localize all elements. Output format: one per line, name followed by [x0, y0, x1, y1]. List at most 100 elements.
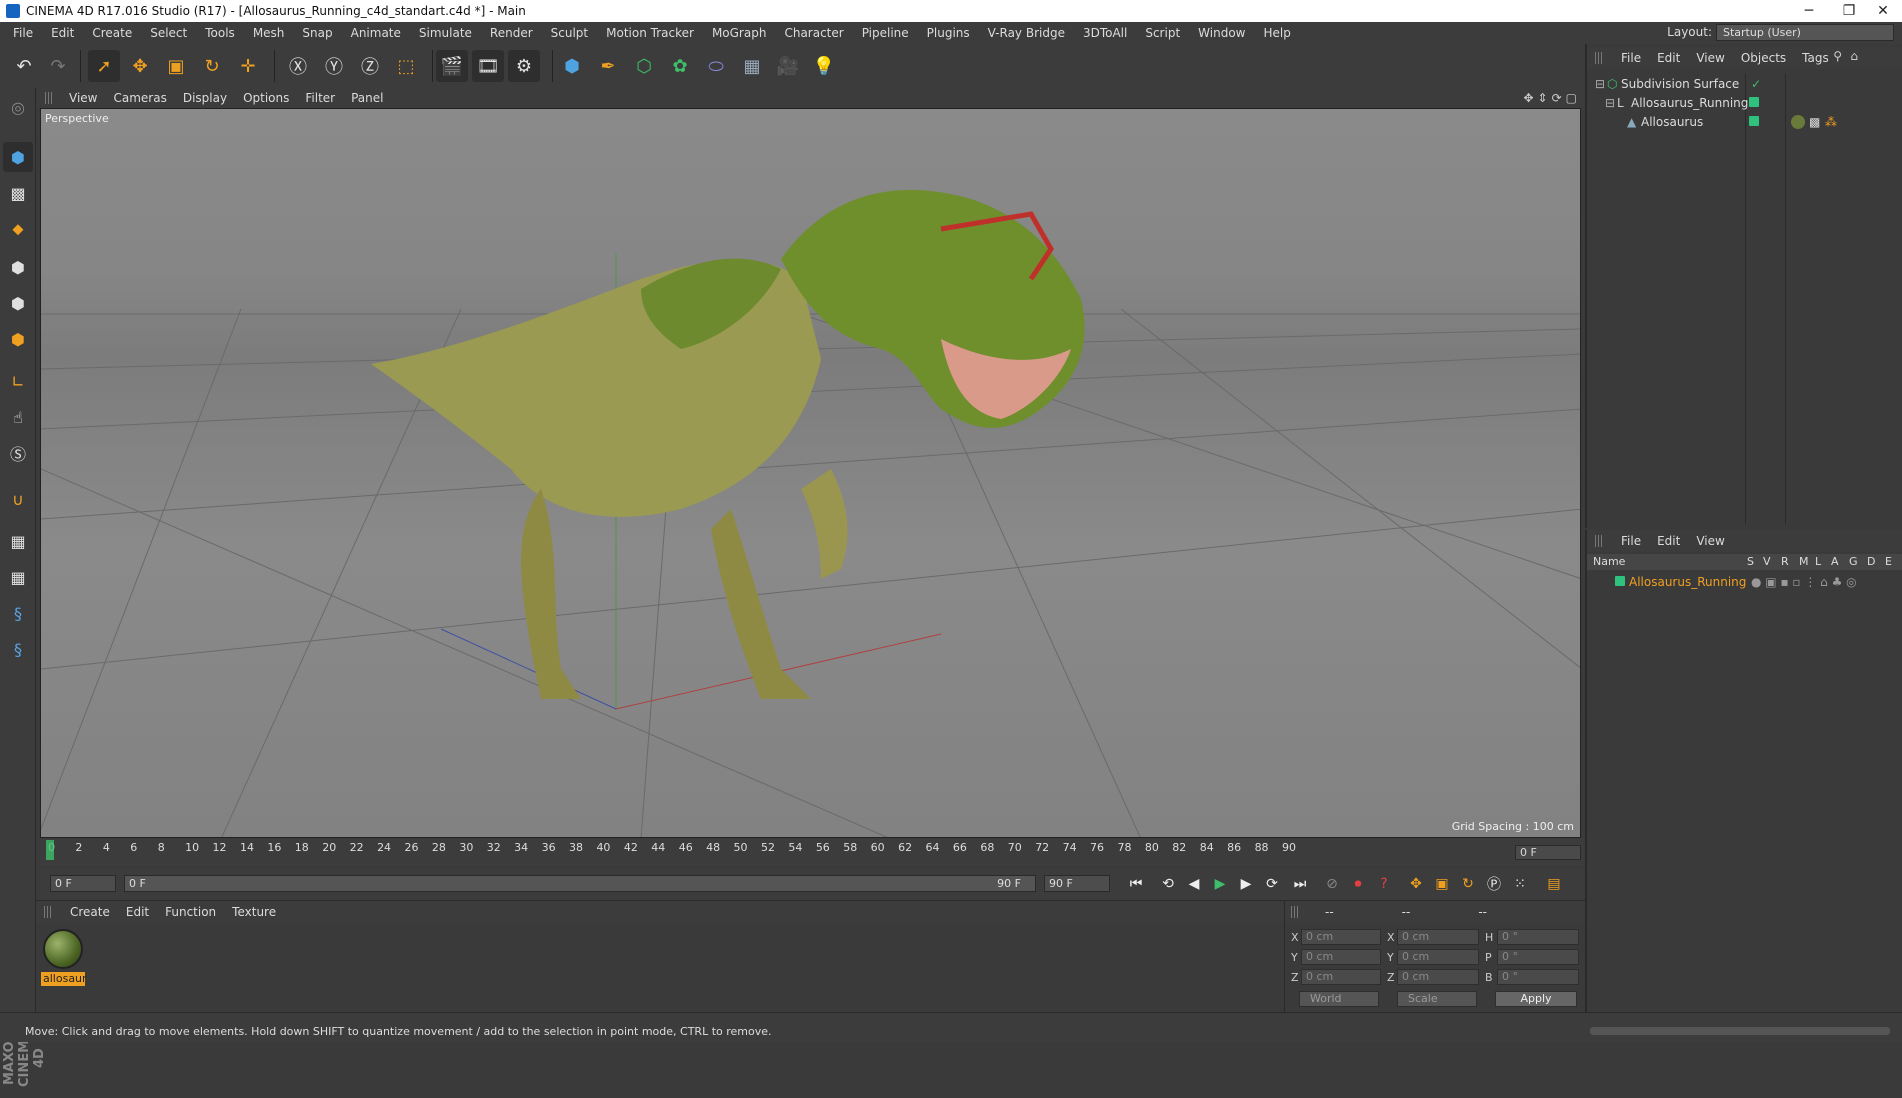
keyframe-selection-icon[interactable]: ? [1372, 872, 1396, 896]
select-tool-icon[interactable]: ➚ [88, 50, 120, 82]
matmgr-menu-create[interactable]: Create [62, 905, 118, 919]
z-axis-icon[interactable]: Ⓩ [354, 50, 386, 82]
menu-motion-tracker[interactable]: Motion Tracker [597, 26, 703, 40]
layer-toggles[interactable]: ● ▣ ▪ ▫ ⋮ ⌂ ♣ ◎ [1751, 575, 1857, 589]
viewport-menu-filter[interactable]: Filter [297, 91, 343, 105]
make-editable-icon[interactable]: ◎ [3, 92, 33, 122]
pen-spline-icon[interactable]: ✒ [592, 50, 624, 82]
camera-icon[interactable]: 🎥 [772, 50, 804, 82]
objmgr-menu-view[interactable]: View [1688, 51, 1732, 65]
go-to-start-icon[interactable]: ⏮ [1124, 872, 1148, 896]
autokey-icon[interactable]: ⏺ [1346, 872, 1370, 896]
size-y-field[interactable]: 0 cm [1397, 949, 1479, 965]
go-to-end-icon[interactable]: ⏭ [1288, 872, 1312, 896]
record-active-icon[interactable]: ⊘ [1320, 872, 1344, 896]
key-rotation-icon[interactable]: ↻ [1456, 872, 1480, 896]
render-view-icon[interactable]: 🎬 [436, 50, 468, 82]
menu-tools[interactable]: Tools [196, 26, 244, 40]
menu-file[interactable]: File [4, 26, 42, 40]
x-axis-icon[interactable]: Ⓧ [282, 50, 314, 82]
matmgr-menu-edit[interactable]: Edit [118, 905, 157, 919]
timeline-window-icon[interactable]: ▤ [1542, 872, 1566, 896]
pos-z-field[interactable]: 0 cm [1301, 969, 1381, 985]
menu-vray-bridge[interactable]: V-Ray Bridge [979, 26, 1074, 40]
menu-character[interactable]: Character [775, 26, 852, 40]
matmgr-menu-texture[interactable]: Texture [224, 905, 284, 919]
previous-frame-icon[interactable]: ◀ [1182, 872, 1206, 896]
objmgr-menu-file[interactable]: File [1613, 51, 1649, 65]
previous-key-icon[interactable]: ⟲ [1156, 872, 1180, 896]
3d-viewport[interactable]: Perspective Grid Spacing: 100 cm [40, 108, 1581, 838]
dolly-icon[interactable]: ⇕ [1538, 91, 1548, 105]
objmgr-menu-objects[interactable]: Objects [1733, 51, 1794, 65]
menu-script[interactable]: Script [1136, 26, 1189, 40]
workplane-grid-icon[interactable]: ▦ [3, 526, 33, 556]
start-frame-field[interactable]: 0 F [50, 875, 116, 892]
playhead[interactable] [46, 840, 54, 860]
objmgr-menu-edit[interactable]: Edit [1649, 51, 1688, 65]
snap-icon[interactable]: ∪ [3, 484, 33, 514]
cloner-icon[interactable]: ✿ [664, 50, 696, 82]
coordinate-system-icon[interactable]: ⬚ [390, 50, 422, 82]
axis-mode-icon[interactable]: ∟ [3, 366, 33, 396]
locked-workplane-icon[interactable]: ▦ [3, 562, 33, 592]
pos-x-field[interactable]: 0 cm [1301, 929, 1381, 945]
redo-icon[interactable]: ↷ [42, 50, 74, 82]
maximize-view-icon[interactable]: ▢ [1566, 91, 1577, 105]
key-pla-icon[interactable]: ⁙ [1508, 872, 1532, 896]
layer-row[interactable]: Allosaurus_Running ● ▣ ▪ ▫ ⋮ ⌂ ♣ ◎ [1587, 572, 1902, 591]
menu-create[interactable]: Create [83, 26, 141, 40]
layermgr-menu-edit[interactable]: Edit [1649, 534, 1688, 548]
cube-icon[interactable]: ⬢ [556, 50, 588, 82]
viewport-menu-cameras[interactable]: Cameras [105, 91, 174, 105]
python-script-icon[interactable]: § [3, 634, 33, 664]
end-frame-field[interactable]: 90 F [1044, 875, 1110, 892]
horizontal-scrollbar[interactable] [1590, 1027, 1890, 1035]
object-row-allosaurus-running[interactable]: ⊟ L Allosaurus_Running [1587, 93, 1902, 112]
collapse-icon[interactable]: ⊟ [1605, 96, 1615, 110]
menu-mograph[interactable]: MoGraph [703, 26, 776, 40]
size-z-field[interactable]: 0 cm [1397, 969, 1479, 985]
layer-color-swatch[interactable] [1749, 116, 1759, 126]
menu-render[interactable]: Render [481, 26, 542, 40]
size-x-field[interactable]: 0 cm [1397, 929, 1479, 945]
menu-edit[interactable]: Edit [42, 26, 83, 40]
object-row-subdivision-surface[interactable]: ⊟ ⬡ Subdivision Surface ✓ [1587, 74, 1902, 93]
move-tool-icon[interactable]: ✥ [124, 50, 156, 82]
tweak-mode-icon[interactable]: ☝ [3, 402, 33, 432]
python-icon[interactable]: § [3, 598, 33, 628]
floor-icon[interactable]: ▦ [736, 50, 768, 82]
key-parameter-icon[interactable]: Ⓟ [1482, 872, 1506, 896]
layout-select[interactable]: Startup (User) [1716, 24, 1894, 41]
material-tag-icon[interactable] [1791, 114, 1805, 129]
live-select-icon[interactable]: ✛ [232, 50, 264, 82]
menu-3dtoall[interactable]: 3DToAll [1074, 26, 1136, 40]
layermgr-menu-view[interactable]: View [1688, 534, 1732, 548]
deformer-icon[interactable]: ⬭ [700, 50, 732, 82]
material-swatch[interactable] [43, 929, 83, 969]
points-mode-icon[interactable]: ⬢ [3, 252, 33, 282]
scale-tool-icon[interactable]: ▣ [160, 50, 192, 82]
key-position-icon[interactable]: ✥ [1404, 872, 1428, 896]
menu-select[interactable]: Select [141, 26, 196, 40]
apply-button[interactable]: Apply [1495, 991, 1577, 1007]
collapse-icon[interactable]: ⊟ [1595, 77, 1605, 91]
matmgr-menu-function[interactable]: Function [157, 905, 224, 919]
model-mode-icon[interactable]: ⬢ [3, 142, 33, 172]
rot-h-field[interactable]: 0 ° [1497, 929, 1579, 945]
polygons-mode-icon[interactable]: ⬢ [3, 324, 33, 354]
object-row-allosaurus[interactable]: ▲ Allosaurus ▩ ⁂ [1587, 112, 1902, 131]
render-picture-viewer-icon[interactable]: 🎞 [472, 50, 504, 82]
uvw-tag-icon[interactable]: ▩ [1809, 115, 1820, 129]
menu-snap[interactable]: Snap [293, 26, 341, 40]
solo-icon[interactable]: Ⓢ [3, 438, 33, 468]
pos-y-field[interactable]: 0 cm [1301, 949, 1381, 965]
orbit-icon[interactable]: ⟳ [1552, 91, 1562, 105]
menu-window[interactable]: Window [1189, 26, 1254, 40]
menu-pipeline[interactable]: Pipeline [853, 26, 918, 40]
viewport-menu-options[interactable]: Options [235, 91, 297, 105]
key-scale-icon[interactable]: ▣ [1430, 872, 1454, 896]
current-frame-field[interactable]: 0 F [1515, 845, 1581, 860]
viewport-menu-view[interactable]: View [61, 91, 105, 105]
search-icon[interactable]: ⚲ [1833, 49, 1842, 63]
